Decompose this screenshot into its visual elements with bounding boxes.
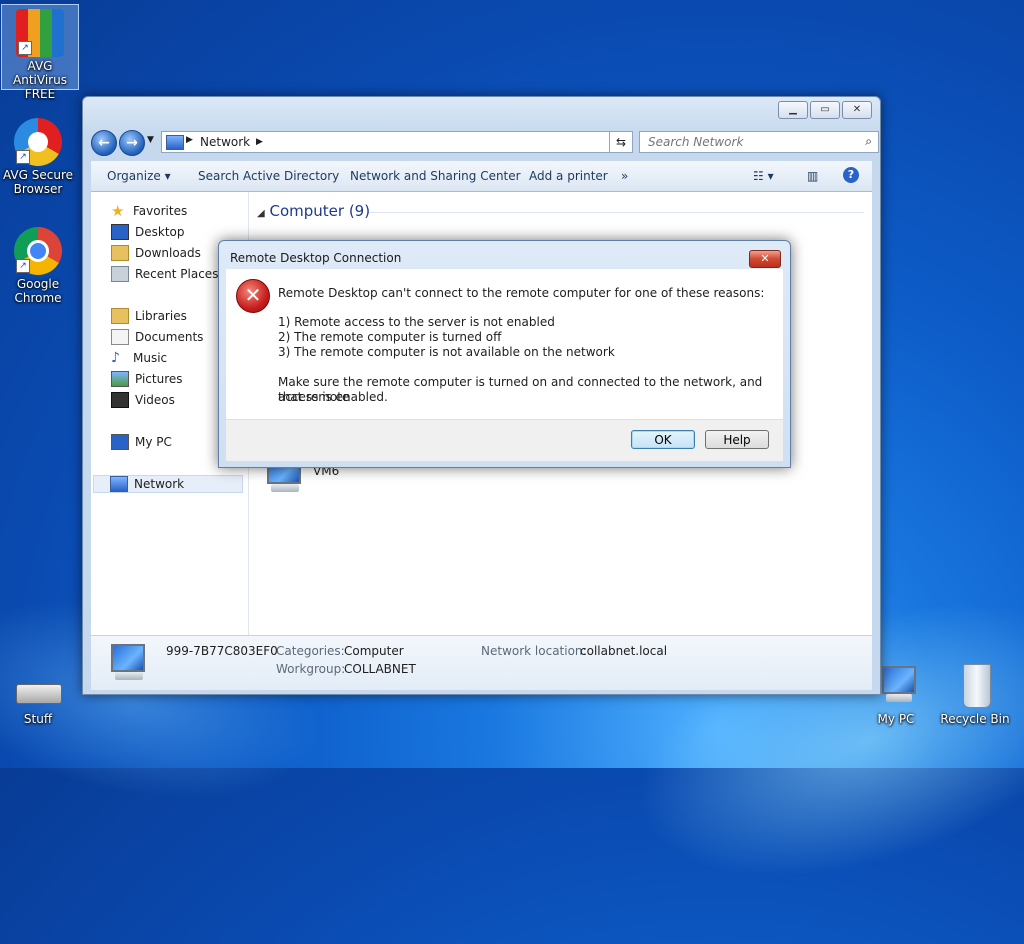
desktop-icon-avg-browser[interactable]: ↗ AVG Secure Browser — [0, 118, 76, 196]
close-button[interactable]: ✕ — [842, 101, 872, 119]
history-dropdown-icon[interactable]: ▼ — [147, 135, 154, 145]
preview-pane-icon[interactable]: ▥ — [807, 169, 818, 183]
avg-antivirus-icon: ↗ — [16, 9, 64, 57]
network-location-label: Network location: — [481, 644, 587, 658]
search-icon[interactable]: ⌕ — [865, 134, 872, 149]
network-icon — [110, 476, 128, 492]
nav-libraries[interactable]: Libraries — [111, 307, 187, 325]
advice-text-line2: access is enabled. — [278, 390, 388, 404]
workgroup-label: Workgroup: — [276, 662, 346, 676]
reason-item: 1) Remote access to the server is not en… — [278, 315, 555, 329]
nav-desktop[interactable]: Desktop — [111, 223, 185, 241]
pictures-icon — [111, 371, 129, 387]
nav-documents[interactable]: Documents — [111, 328, 203, 346]
desktop-icon-label: AVG Secure Browser — [2, 168, 74, 196]
search-input[interactable] — [646, 132, 850, 152]
music-icon: ♪ — [111, 350, 120, 366]
nav-videos[interactable]: Videos — [111, 391, 175, 409]
documents-icon — [111, 329, 129, 345]
breadcrumb-arrow-icon[interactable]: ▶ — [256, 137, 263, 147]
more-commands-button[interactable]: » — [621, 169, 628, 183]
dialog-close-button[interactable]: ✕ — [749, 250, 781, 268]
search-box[interactable]: ⌕ — [639, 131, 879, 153]
help-button[interactable]: Help — [705, 430, 769, 449]
group-header[interactable]: ◢ Computer (9) — [257, 202, 370, 220]
libraries-icon — [111, 308, 129, 324]
chrome-icon: ↗ — [14, 227, 62, 275]
remote-desktop-error-dialog: Remote Desktop Connection ✕ ✕ Remote Des… — [218, 240, 791, 468]
nav-downloads[interactable]: Downloads — [111, 244, 201, 262]
breadcrumb-arrow-icon: ▶ — [186, 135, 193, 145]
dialog-footer: OK Help — [226, 419, 783, 461]
navigation-bar: ← → ▼ ▶ Network ▶ ▼ ⇆ ⌕ — [91, 129, 879, 156]
desktop-icon-avg-antivirus[interactable]: ↗ AVG AntiVirus FREE — [1, 4, 79, 101]
search-active-directory-button[interactable]: Search Active Directory — [198, 169, 339, 183]
network-icon — [166, 135, 184, 150]
dialog-title: Remote Desktop Connection — [230, 251, 402, 265]
refresh-button[interactable]: ⇆ — [609, 131, 633, 153]
computer-icon — [111, 434, 129, 450]
dialog-body: ✕ Remote Desktop can't connect to the re… — [226, 269, 783, 419]
workgroup-value: COLLABNET — [344, 662, 416, 676]
nav-recent-places[interactable]: Recent Places — [111, 265, 218, 283]
desktop-icon-label: Google Chrome — [14, 277, 62, 305]
star-icon: ★ — [111, 202, 125, 220]
nav-music[interactable]: ♪ Music — [111, 349, 167, 367]
maximize-button[interactable]: ▭ — [810, 101, 840, 119]
desktop-icon-stuff[interactable]: Stuff — [0, 676, 76, 726]
network-location-value: collabnet.local — [580, 644, 668, 658]
desktop-icon-chrome[interactable]: ↗ Google Chrome — [0, 227, 76, 305]
back-button[interactable]: ← — [91, 130, 117, 156]
desktop-icon — [111, 224, 129, 240]
error-message: Remote Desktop can't connect to the remo… — [278, 286, 765, 300]
help-icon[interactable]: ? — [843, 167, 859, 183]
nav-my-pc[interactable]: My PC — [111, 433, 172, 451]
collapse-icon[interactable]: ◢ — [257, 208, 265, 219]
desktop-icon-label: Recycle Bin — [940, 712, 1010, 726]
group-divider — [369, 212, 864, 213]
error-icon: ✕ — [236, 279, 270, 313]
ok-button[interactable]: OK — [631, 430, 695, 449]
minimize-button[interactable]: ▁ — [778, 101, 808, 119]
recent-places-icon — [111, 266, 129, 282]
details-pane: 999-7B77C803EF0 Categories: Computer Wor… — [91, 635, 872, 690]
organize-menu[interactable]: Organize ▾ — [107, 169, 171, 183]
forward-button[interactable]: → — [119, 130, 145, 156]
desktop-icon-label: My PC — [877, 712, 915, 726]
nav-favorites[interactable]: ★ Favorites — [111, 202, 187, 220]
desktop-icon-label: AVG AntiVirus FREE — [13, 59, 67, 101]
downloads-folder-icon — [111, 245, 129, 261]
avg-browser-icon: ↗ — [14, 118, 62, 166]
videos-icon — [111, 392, 129, 408]
window-controls: ▁ ▭ ✕ — [776, 101, 872, 119]
reason-item: 3) The remote computer is not available … — [278, 345, 615, 359]
address-bar[interactable]: ▶ Network ▶ ▼ — [161, 131, 626, 153]
view-options-icon[interactable]: ☷ ▾ — [753, 169, 774, 183]
add-printer-button[interactable]: Add a printer — [529, 169, 608, 183]
recycle-bin-icon — [951, 662, 999, 710]
address-text: Network — [200, 135, 251, 149]
desktop-icon-label: Stuff — [23, 712, 53, 726]
computer-name: 999-7B77C803EF0 — [166, 644, 278, 658]
command-bar: Organize ▾ Search Active Directory Netwo… — [91, 161, 872, 192]
reason-item: 2) The remote computer is turned off — [278, 330, 502, 344]
network-sharing-center-button[interactable]: Network and Sharing Center — [350, 169, 521, 183]
drive-icon — [14, 676, 62, 710]
categories-label: Categories: — [276, 644, 345, 658]
computer-icon — [105, 640, 153, 688]
categories-value: Computer — [344, 644, 404, 658]
nav-pictures[interactable]: Pictures — [111, 370, 183, 388]
desktop-icon-recycle-bin[interactable]: Recycle Bin — [937, 662, 1013, 726]
nav-network[interactable]: Network — [93, 475, 243, 493]
